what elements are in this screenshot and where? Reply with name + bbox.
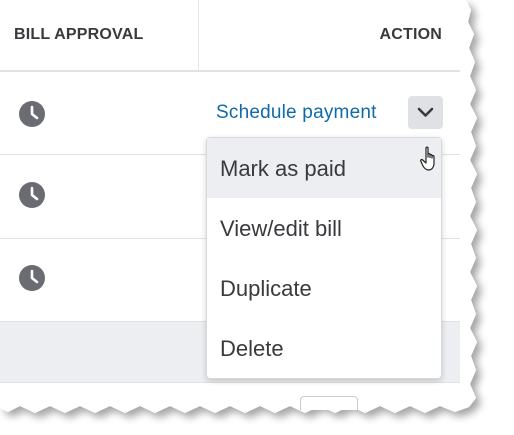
hand-cursor-icon [420,146,435,171]
menu-item-duplicate[interactable]: Duplicate [207,258,441,318]
schedule-payment-link[interactable]: Schedule payment [216,102,377,124]
menu-item-label: View/edit bill [220,216,342,241]
column-divider [198,0,199,70]
menu-item-label: Duplicate [220,276,312,301]
clock-icon [19,101,45,127]
pagination-control[interactable] [300,396,358,410]
table-header: BILL APPROVAL ACTION [0,0,460,72]
menu-item-delete[interactable]: Delete [207,318,441,378]
action-dropdown-menu: Mark as paid View/edit bill Duplicate De… [206,137,442,379]
menu-item-mark-as-paid[interactable]: Mark as paid [207,138,441,198]
bills-table: BILL APPROVAL ACTION Schedule payment Ma… [0,0,460,410]
menu-item-label: Mark as paid [220,156,346,181]
column-header-bill-approval[interactable]: BILL APPROVAL [14,26,143,44]
clock-icon [19,265,45,291]
action-dropdown-button[interactable] [408,96,443,129]
chevron-down-icon [417,107,434,117]
column-header-action[interactable]: ACTION [379,26,442,44]
torn-paper-card: BILL APPROVAL ACTION Schedule payment Ma… [0,0,514,435]
menu-item-label: Delete [220,336,284,361]
footer-divider [0,382,460,383]
clock-icon [19,182,45,208]
menu-item-view-edit-bill[interactable]: View/edit bill [207,198,441,258]
